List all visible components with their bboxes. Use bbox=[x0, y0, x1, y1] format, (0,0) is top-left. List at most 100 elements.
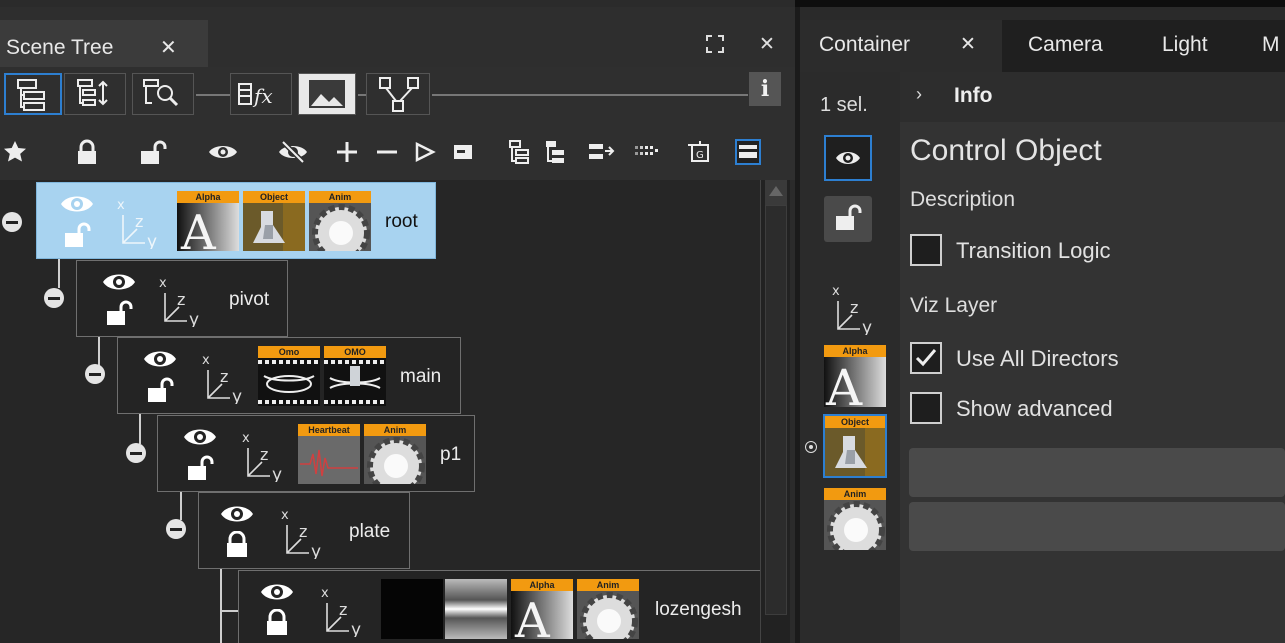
chevron-right-icon: › bbox=[916, 84, 922, 104]
right-tab-bar: Container ✕ Camera Light M bbox=[800, 20, 1285, 72]
tree-connector bbox=[98, 336, 100, 368]
node-visibility-lock[interactable] bbox=[219, 501, 259, 561]
node-visibility-lock[interactable] bbox=[142, 346, 182, 406]
tree-node-p1[interactable]: xzy Heartbeat Anim p1 bbox=[157, 415, 475, 492]
panel-close-icon[interactable]: ✕ bbox=[759, 33, 775, 56]
tree-node-plate[interactable]: xzy plate bbox=[198, 492, 410, 569]
collapse-toggle[interactable] bbox=[166, 519, 186, 539]
thumb-label: Object bbox=[825, 416, 885, 428]
omo-object-thumbnail[interactable]: OMO bbox=[324, 346, 386, 406]
collapse-toggle[interactable] bbox=[85, 364, 105, 384]
node-label: p1 bbox=[440, 444, 462, 465]
node-graph-button[interactable] bbox=[366, 73, 430, 115]
node-label: plate bbox=[349, 521, 391, 542]
axes-icon: xzy bbox=[275, 501, 323, 562]
play-icon[interactable] bbox=[410, 136, 440, 168]
node-label: pivot bbox=[229, 289, 270, 310]
unlock-icon[interactable] bbox=[138, 136, 168, 168]
fx-button[interactable]: fx bbox=[230, 73, 292, 115]
grid-pattern-icon[interactable] bbox=[632, 136, 662, 168]
tree-node-lozengesh[interactable]: xzy Alpha A Anim lozengesh bbox=[238, 570, 760, 643]
scroll-up-button[interactable] bbox=[765, 180, 787, 205]
alpha-thumbnail[interactable]: Alpha A bbox=[511, 579, 573, 639]
tree-node-pivot[interactable]: xzy pivot bbox=[76, 260, 288, 337]
properties-content: › Info Control Object Description Transi… bbox=[900, 72, 1285, 643]
tree-view-button[interactable] bbox=[4, 73, 62, 115]
collapse-tree-icon[interactable] bbox=[541, 136, 571, 168]
layout-icon[interactable] bbox=[733, 136, 763, 168]
node-visibility-lock[interactable] bbox=[259, 579, 299, 639]
tab-camera[interactable]: Camera bbox=[1028, 20, 1103, 72]
collapse-toggle[interactable] bbox=[126, 443, 146, 463]
anim-thumbnail[interactable]: Anim bbox=[309, 191, 371, 251]
tab-close-icon[interactable]: ✕ bbox=[160, 35, 177, 60]
radio-indicator[interactable] bbox=[805, 441, 817, 453]
alpha-thumbnail[interactable]: Alpha A bbox=[177, 191, 239, 251]
svg-text:x: x bbox=[832, 284, 840, 299]
toolbar-connector bbox=[432, 94, 748, 96]
scene-tree-toolbar-primary: fx i bbox=[0, 67, 795, 125]
object-title: Control Object bbox=[910, 134, 1102, 167]
collapse-toggle[interactable] bbox=[2, 212, 22, 232]
merge-icon[interactable] bbox=[586, 136, 616, 168]
node-visibility-lock[interactable] bbox=[101, 269, 141, 329]
lock-toggle[interactable] bbox=[824, 196, 872, 242]
tree-search-button[interactable] bbox=[132, 73, 194, 115]
tree-node-main[interactable]: xzy Omo OMO main bbox=[117, 337, 461, 414]
anim-icon bbox=[824, 500, 886, 550]
lock-icon[interactable] bbox=[72, 136, 102, 168]
collapse-toggle[interactable] bbox=[44, 288, 64, 308]
eye-hidden-icon[interactable] bbox=[278, 136, 308, 168]
eye-icon bbox=[221, 506, 253, 522]
show-advanced-checkbox[interactable] bbox=[910, 392, 942, 424]
black-texture-thumbnail[interactable] bbox=[381, 579, 443, 639]
expand-tree-icon[interactable] bbox=[505, 136, 535, 168]
unlock-icon bbox=[148, 377, 174, 402]
add-icon[interactable] bbox=[332, 136, 362, 168]
eye-icon bbox=[61, 196, 93, 212]
anim-thumbnail[interactable]: Anim bbox=[364, 424, 426, 484]
info-button[interactable]: i bbox=[749, 72, 781, 106]
eye-icon[interactable] bbox=[208, 136, 238, 168]
image-button[interactable] bbox=[298, 73, 356, 115]
svg-text:y: y bbox=[311, 542, 321, 559]
action-bar-1[interactable] bbox=[909, 448, 1285, 497]
tree-sort-button[interactable] bbox=[64, 73, 126, 115]
node-visibility-lock[interactable] bbox=[59, 191, 99, 251]
visibility-toggle[interactable] bbox=[824, 135, 872, 181]
anim-thumbnail[interactable]: Anim bbox=[824, 488, 886, 550]
svg-text:x: x bbox=[321, 586, 329, 601]
tab-more[interactable]: M bbox=[1262, 20, 1280, 72]
tab-scene-tree[interactable]: Scene Tree ✕ bbox=[0, 20, 208, 73]
node-visibility-lock[interactable] bbox=[182, 424, 222, 484]
scroll-thumb[interactable] bbox=[765, 205, 787, 615]
node-label: main bbox=[400, 366, 442, 387]
group-icon[interactable]: G bbox=[684, 136, 714, 168]
info-section-header[interactable]: › Info bbox=[900, 72, 1285, 122]
object-thumbnail[interactable]: Object bbox=[243, 191, 305, 251]
transition-logic-checkbox[interactable] bbox=[910, 234, 942, 266]
maximize-icon[interactable] bbox=[706, 35, 724, 59]
node-label: lozengesh bbox=[655, 599, 742, 620]
container-icon[interactable] bbox=[448, 136, 478, 168]
object-thumbnail[interactable]: Object bbox=[823, 414, 887, 478]
alpha-thumbnail[interactable]: Alpha A bbox=[824, 345, 886, 407]
remove-icon[interactable] bbox=[372, 136, 402, 168]
omo-object-icon bbox=[324, 358, 386, 406]
thumb-label: Omo bbox=[258, 346, 320, 358]
anim-thumbnail[interactable]: Anim bbox=[577, 579, 639, 639]
gradient-icon bbox=[445, 579, 507, 639]
gradient-texture-thumbnail[interactable] bbox=[445, 579, 507, 639]
action-bar-2[interactable] bbox=[909, 502, 1285, 551]
tab-light[interactable]: Light bbox=[1162, 20, 1208, 72]
tab-close-icon[interactable]: ✕ bbox=[960, 20, 976, 70]
thumb-label: Anim bbox=[577, 579, 639, 591]
use-all-directors-checkbox[interactable] bbox=[910, 342, 942, 374]
star-icon[interactable] bbox=[0, 136, 30, 168]
eye-icon bbox=[144, 351, 176, 367]
tree-scrollbar[interactable] bbox=[760, 180, 790, 643]
tab-container[interactable]: Container ✕ bbox=[800, 20, 1002, 72]
omo-thumbnail[interactable]: Omo bbox=[258, 346, 320, 406]
tree-node-root[interactable]: xzy Alpha A Object Anim root bbox=[36, 182, 436, 259]
heartbeat-thumbnail[interactable]: Heartbeat bbox=[298, 424, 360, 484]
